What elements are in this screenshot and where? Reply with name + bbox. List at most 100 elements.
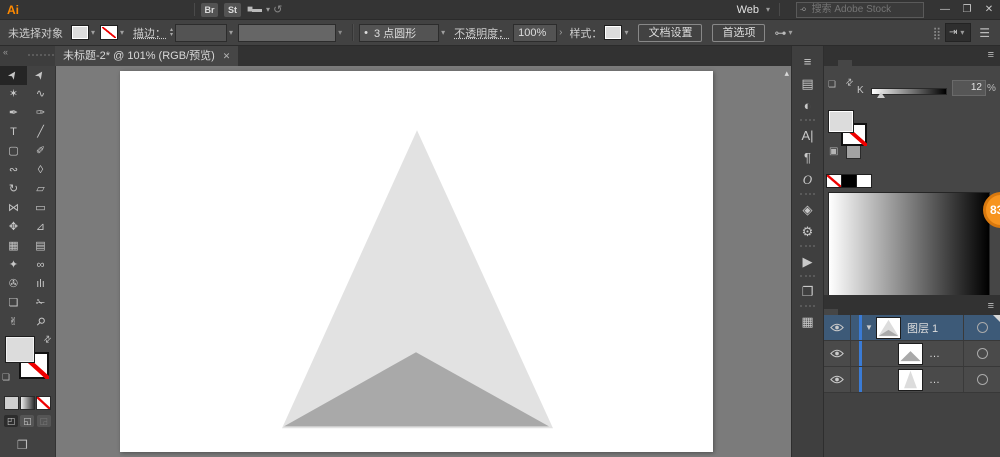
search-input[interactable]	[810, 3, 919, 16]
symbols-panel-icon[interactable]: ◈	[792, 198, 823, 220]
layer-row-2[interactable]: ▼ …	[824, 341, 1000, 367]
web-color-cube-icon[interactable]: ▣	[829, 146, 838, 157]
paintbrush-tool[interactable]: ✐	[27, 142, 54, 161]
expand-chevron-icon[interactable]: ▼	[862, 323, 876, 332]
direct-selection-tool[interactable]: ➤	[27, 66, 54, 85]
color-button[interactable]	[4, 396, 19, 410]
perspective-grid-tool[interactable]: ⊿	[27, 218, 54, 237]
visibility-toggle[interactable]	[824, 341, 851, 366]
none-button[interactable]	[36, 396, 51, 410]
layer-thumbnail[interactable]	[898, 369, 923, 391]
layer-name[interactable]: 图层 1	[907, 320, 963, 336]
layer-row-1[interactable]: ▼ 图层 1	[824, 315, 1000, 341]
bridge-button[interactable]: Br	[201, 3, 218, 17]
slice-tool[interactable]: ✁	[27, 294, 54, 313]
close-tab-icon[interactable]: ✕	[223, 46, 231, 66]
stroke-link[interactable]: 描边：	[133, 25, 166, 41]
collapse-toolbar-icon[interactable]: «	[3, 47, 8, 57]
k-slider-thumb[interactable]	[877, 92, 885, 98]
chevron-down-icon[interactable]: ▾	[91, 28, 95, 37]
opacity-link[interactable]: 不透明度：	[454, 25, 509, 41]
chevron-down-icon[interactable]: ▾	[266, 5, 270, 14]
panel-dock-toggle[interactable]: ⇥▾	[945, 23, 971, 42]
style-swatch[interactable]	[604, 25, 622, 40]
magic-wand-tool[interactable]: ✶	[0, 85, 27, 104]
scale-tool[interactable]: ▱	[27, 180, 54, 199]
canvas-area[interactable]: ▴	[56, 66, 792, 457]
k-value-field[interactable]: 12	[952, 80, 986, 96]
default-fill-stroke-icon[interactable]: ❏	[2, 372, 10, 383]
draw-normal-button[interactable]: ◰	[4, 415, 18, 427]
stroke-weight-field[interactable]	[175, 24, 227, 42]
eyedropper-tool[interactable]: ✦	[0, 256, 27, 275]
target-circle-icon[interactable]	[977, 374, 988, 385]
lasso-tool[interactable]: ∿	[27, 85, 54, 104]
panel-menu-icon[interactable]: ≡	[982, 297, 1000, 315]
free-transform-tool[interactable]: ▭	[27, 199, 54, 218]
selection-tool[interactable]: ➤	[0, 66, 27, 85]
draw-inside-button[interactable]: ◲	[37, 415, 51, 427]
restore-button[interactable]: ❐	[956, 4, 978, 15]
curvature-pen-tool[interactable]: ✑	[27, 104, 54, 123]
shaper-tool[interactable]: ∾	[0, 161, 27, 180]
arrange-documents-icon[interactable]: ■▬	[247, 4, 261, 15]
column-graph-tool[interactable]: ılı	[27, 275, 54, 294]
zoom-tool[interactable]: ⚲	[27, 313, 54, 332]
chevron-down-icon[interactable]: ▾	[229, 28, 233, 37]
visibility-toggle[interactable]	[824, 315, 851, 340]
chevron-down-icon[interactable]: ▾	[788, 28, 792, 37]
artboard[interactable]	[120, 71, 713, 452]
character-panel-icon[interactable]: A|	[792, 124, 823, 146]
target-circle-icon[interactable]	[977, 348, 988, 359]
document-setup-button[interactable]: 文档设置	[638, 24, 702, 42]
workspace-switcher[interactable]: Web	[737, 4, 759, 16]
fill-color-swatch[interactable]	[71, 25, 89, 40]
panel-menu-icon[interactable]: ≡	[982, 46, 1000, 64]
white-swatch[interactable]	[857, 174, 872, 188]
web-color-swatch[interactable]	[846, 145, 861, 159]
artwork[interactable]	[120, 71, 713, 452]
transform-panel-icon[interactable]: ▦	[792, 310, 823, 332]
list-icon[interactable]: ☰	[979, 26, 990, 40]
touch-workspace-icon[interactable]: ⣿	[932, 26, 941, 40]
layer-name[interactable]: …	[929, 374, 963, 386]
swap-colors-icon[interactable]: ⇄	[843, 76, 856, 89]
layer-thumbnail[interactable]	[876, 317, 901, 339]
scrollbar-up-icon[interactable]: ▴	[784, 68, 789, 79]
brush-definition[interactable]: • 3 点圆形	[359, 24, 439, 42]
transparency-panel-icon[interactable]: ◐	[792, 94, 823, 116]
close-button[interactable]: ✕	[978, 4, 1000, 15]
chevron-right-icon[interactable]: ›	[559, 27, 562, 38]
artboard-tool[interactable]: ❏	[0, 294, 27, 313]
paragraph-panel-icon[interactable]: ¶	[792, 146, 823, 168]
stock-search[interactable]: ⌕	[796, 2, 924, 18]
isolate-icon[interactable]: ⊶	[774, 26, 786, 40]
variable-width-profile[interactable]	[238, 24, 336, 42]
chevron-down-icon[interactable]: ▾	[624, 28, 628, 37]
blend-tool[interactable]: ∞	[27, 256, 54, 275]
k-slider[interactable]	[871, 88, 947, 95]
screen-mode-button[interactable]: ❐	[17, 438, 28, 452]
pen-tool[interactable]: ✒	[0, 104, 27, 123]
opacity-field[interactable]: 100%	[513, 24, 557, 42]
eraser-tool[interactable]: ◊	[27, 161, 54, 180]
panel-fill-swatch[interactable]	[828, 110, 854, 133]
mesh-tool[interactable]: ▦	[0, 237, 27, 256]
preferences-button[interactable]: 首选项	[712, 24, 765, 42]
gradient-button[interactable]	[20, 396, 35, 410]
opentype-panel-icon[interactable]: O	[792, 168, 823, 190]
export-panel-icon[interactable]: ❐	[792, 280, 823, 302]
dock-menu-icon[interactable]: ≡	[792, 50, 823, 72]
target-circle-icon[interactable]	[977, 322, 988, 333]
play-icon[interactable]: ▶	[792, 250, 823, 272]
gradient-tool[interactable]: ▤	[27, 237, 54, 256]
chevron-down-icon[interactable]: ▾	[441, 28, 445, 37]
gradient-panel-icon[interactable]: ▤	[792, 72, 823, 94]
chevron-down-icon[interactable]: ▾	[120, 28, 124, 37]
stroke-weight-stepper[interactable]: ▴▾	[170, 28, 173, 38]
toolbar-header[interactable]: «	[0, 46, 55, 66]
layer-name[interactable]: …	[929, 348, 963, 360]
layer-row-3[interactable]: ▼ …	[824, 367, 1000, 393]
rotate-view-icon[interactable]: ↺	[273, 3, 281, 16]
drag-handle[interactable]	[28, 54, 54, 56]
